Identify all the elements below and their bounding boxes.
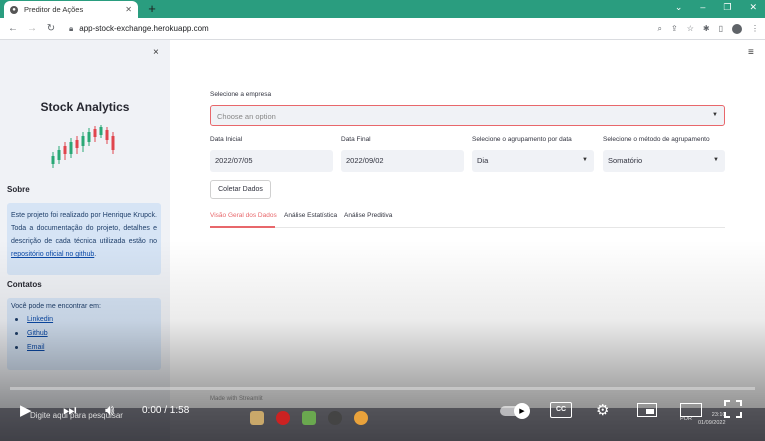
fullscreen-icon[interactable]: [724, 400, 742, 418]
video-time: 0:00 / 1:58: [142, 405, 190, 416]
miniplayer-icon[interactable]: [637, 403, 657, 417]
tab-title: Preditor de Ações: [24, 5, 84, 14]
theater-mode-icon[interactable]: [680, 403, 702, 417]
method-value: Somatório: [608, 156, 643, 165]
contact-item: Email: [11, 344, 157, 351]
group-select[interactable]: Dia ▼: [472, 150, 594, 172]
group-value: Dia: [477, 156, 489, 165]
method-label: Selecione o método de agrupamento: [603, 136, 710, 143]
captions-button[interactable]: CC: [550, 402, 572, 418]
email-link[interactable]: Email: [27, 344, 45, 351]
browser-tabbar: ● Preditor de Ações ✕ + ⌄ – ❐ ✕: [0, 0, 765, 18]
more-icon[interactable]: ⋮: [751, 24, 759, 33]
minimize-icon[interactable]: –: [700, 2, 705, 13]
next-icon[interactable]: ⏭︎: [63, 396, 77, 426]
contact-item: Github: [11, 330, 157, 337]
group-label: Selecione o agrupamento por data: [472, 136, 572, 143]
video-progress-bar[interactable]: [10, 387, 755, 390]
chevron-down-icon: ▼: [712, 112, 718, 118]
chevron-down-icon: ▼: [713, 157, 719, 163]
extensions-icon[interactable]: ✱: [703, 24, 710, 33]
start-date-input[interactable]: 2022/07/05: [210, 150, 333, 172]
tab-close-icon[interactable]: ✕: [125, 5, 132, 14]
hamburger-menu-icon[interactable]: ≡: [748, 47, 754, 58]
tabs-bar: Visão Geral dos Dados Análise Estatístic…: [210, 212, 725, 228]
end-date-input[interactable]: 2022/09/02: [341, 150, 464, 172]
chevron-down-icon[interactable]: ⌄: [675, 2, 683, 13]
search-icon[interactable]: ⌕: [658, 24, 662, 34]
github-contact-link[interactable]: Github: [27, 330, 48, 337]
sidebar: × Stock Analytics Sobre Este projeto foi…: [0, 40, 170, 441]
candlestick-logo: [51, 125, 115, 168]
chevron-down-icon: ▼: [582, 157, 588, 163]
lock-icon[interactable]: 🔒︎: [69, 24, 73, 34]
close-sidebar-icon[interactable]: ×: [153, 47, 159, 58]
sidepanel-icon[interactable]: ▯: [719, 24, 723, 33]
browser-tab[interactable]: ● Preditor de Ações ✕: [4, 1, 138, 18]
contacts-intro: Você pode me encontrar em:: [11, 303, 101, 310]
end-date-label: Data Final: [341, 136, 371, 143]
tab-overview[interactable]: Visão Geral dos Dados: [210, 212, 277, 219]
maximize-icon[interactable]: ❐: [723, 2, 731, 13]
tab-predictive[interactable]: Análise Preditiva: [344, 212, 392, 219]
reload-icon[interactable]: ↻: [44, 23, 58, 34]
share-icon[interactable]: ⇪: [671, 24, 678, 33]
address-bar[interactable]: app-stock-exchange.herokuapp.com: [79, 24, 657, 33]
close-window-icon[interactable]: ✕: [749, 2, 757, 13]
forward-icon[interactable]: →: [25, 23, 39, 34]
linkedin-link[interactable]: Linkedin: [27, 316, 53, 323]
star-icon[interactable]: ☆: [687, 24, 694, 33]
settings-gear-icon[interactable]: ⚙: [596, 396, 609, 426]
company-select[interactable]: Choose an option ▼: [210, 105, 725, 126]
collect-data-button[interactable]: Coletar Dados: [210, 180, 271, 199]
play-icon[interactable]: ▶: [20, 396, 32, 426]
about-end: .: [94, 251, 97, 258]
start-date-label: Data Inicial: [210, 136, 243, 143]
github-link[interactable]: repositório oficial no github: [11, 251, 94, 258]
about-box: Este projeto foi realizado por Henrique …: [7, 203, 161, 275]
method-select[interactable]: Somatório ▼: [603, 150, 725, 172]
company-label: Selecione a empresa: [210, 91, 272, 98]
new-tab-button[interactable]: +: [145, 1, 159, 17]
autoplay-toggle[interactable]: ▶: [500, 403, 530, 419]
window-controls: ⌄ – ❐ ✕: [675, 2, 757, 13]
contacts-box: Você pode me encontrar em: Linkedin Gith…: [7, 298, 161, 370]
active-tab-indicator: [210, 226, 275, 228]
contact-item: Linkedin: [11, 316, 157, 323]
contacts-title: Contatos: [7, 280, 42, 289]
about-title: Sobre: [7, 185, 30, 194]
company-placeholder: Choose an option: [217, 112, 276, 121]
browser-toolbar: ← → ↻ 🔒︎ app-stock-exchange.herokuapp.co…: [0, 18, 765, 40]
play-icon: ▶: [514, 403, 530, 419]
globe-icon: ●: [10, 5, 18, 14]
sidebar-brand: Stock Analytics: [40, 100, 130, 114]
volume-icon[interactable]: 🔊︎: [105, 396, 114, 426]
back-icon[interactable]: ←: [6, 23, 20, 34]
profile-avatar[interactable]: [732, 23, 742, 34]
tab-statistics[interactable]: Análise Estatística: [284, 212, 337, 219]
screen: ● Preditor de Ações ✕ + ⌄ – ❐ ✕ ← → ↻ 🔒︎…: [0, 0, 765, 441]
about-text: Este projeto foi realizado por Henrique …: [11, 212, 157, 245]
